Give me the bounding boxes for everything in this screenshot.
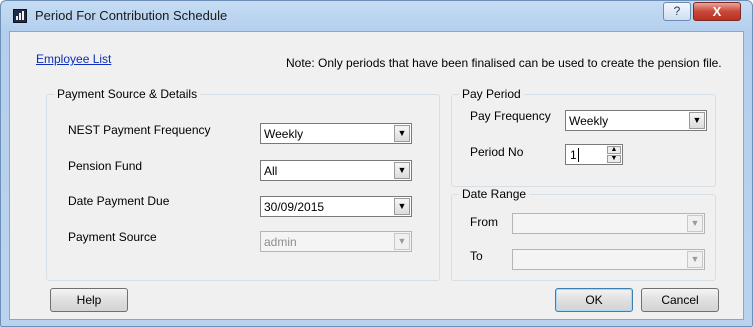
chevron-down-icon[interactable]: ▼ [394,198,410,215]
from-date-select[interactable]: ▼ [512,213,705,234]
title-bar[interactable]: Period For Contribution Schedule ? X [1,1,752,31]
text-cursor [578,148,579,162]
date-payment-due-label: Date Payment Due [68,194,170,208]
chevron-down-icon[interactable]: ▼ [689,112,705,129]
employee-list-link[interactable]: Employee List [36,52,111,66]
cancel-button[interactable]: Cancel [641,288,719,312]
payment-source-legend: Payment Source & Details [57,87,198,101]
nest-frequency-label: NEST Payment Frequency [68,123,211,137]
nest-frequency-value: Weekly [264,127,304,141]
ok-button[interactable]: OK [555,288,633,312]
pension-fund-value: All [264,164,278,178]
date-payment-due-select[interactable]: 30/09/2015 ▼ [260,196,412,217]
title-close-button[interactable]: X [693,2,741,21]
from-label: From [470,215,498,229]
pay-period-group: Pay Period [451,87,716,187]
pay-frequency-select[interactable]: Weekly ▼ [565,110,707,131]
spin-down-icon[interactable]: ▼ [607,155,621,163]
pay-frequency-value: Weekly [569,114,609,128]
title-help-button[interactable]: ? [663,2,691,21]
nest-frequency-select[interactable]: Weekly ▼ [260,123,412,144]
spin-up-icon[interactable]: ▲ [607,146,621,154]
help-button[interactable]: Help [50,288,128,312]
period-no-label: Period No [470,145,524,159]
chevron-down-icon[interactable]: ▼ [394,125,410,142]
payment-source-label: Payment Source [68,230,157,244]
chevron-down-icon[interactable]: ▼ [394,233,410,250]
payment-source-value: admin [264,235,297,249]
dialog-body: Employee List Note: Only periods that ha… [9,31,744,320]
finalised-note: Note: Only periods that have been finali… [286,56,722,70]
date-range-legend: Date Range [462,187,527,201]
period-no-stepper[interactable]: 1 ▲ ▼ [565,144,623,165]
window-title: Period For Contribution Schedule [35,8,228,23]
payment-source-select[interactable]: admin ▼ [260,231,412,252]
period-no-value: 1 [570,148,577,162]
date-payment-due-value: 30/09/2015 [264,200,325,214]
chevron-down-icon[interactable]: ▼ [394,162,410,179]
chevron-down-icon[interactable]: ▼ [687,251,703,268]
pension-fund-select[interactable]: All ▼ [260,160,412,181]
pay-period-legend: Pay Period [462,87,521,101]
pay-frequency-label: Pay Frequency [470,109,551,123]
dialog-window: Period For Contribution Schedule ? X Emp… [0,0,753,327]
chevron-down-icon[interactable]: ▼ [687,215,703,232]
to-date-select[interactable]: ▼ [512,249,705,270]
app-icon [13,9,27,23]
pension-fund-label: Pension Fund [68,159,143,173]
to-label: To [470,249,483,263]
